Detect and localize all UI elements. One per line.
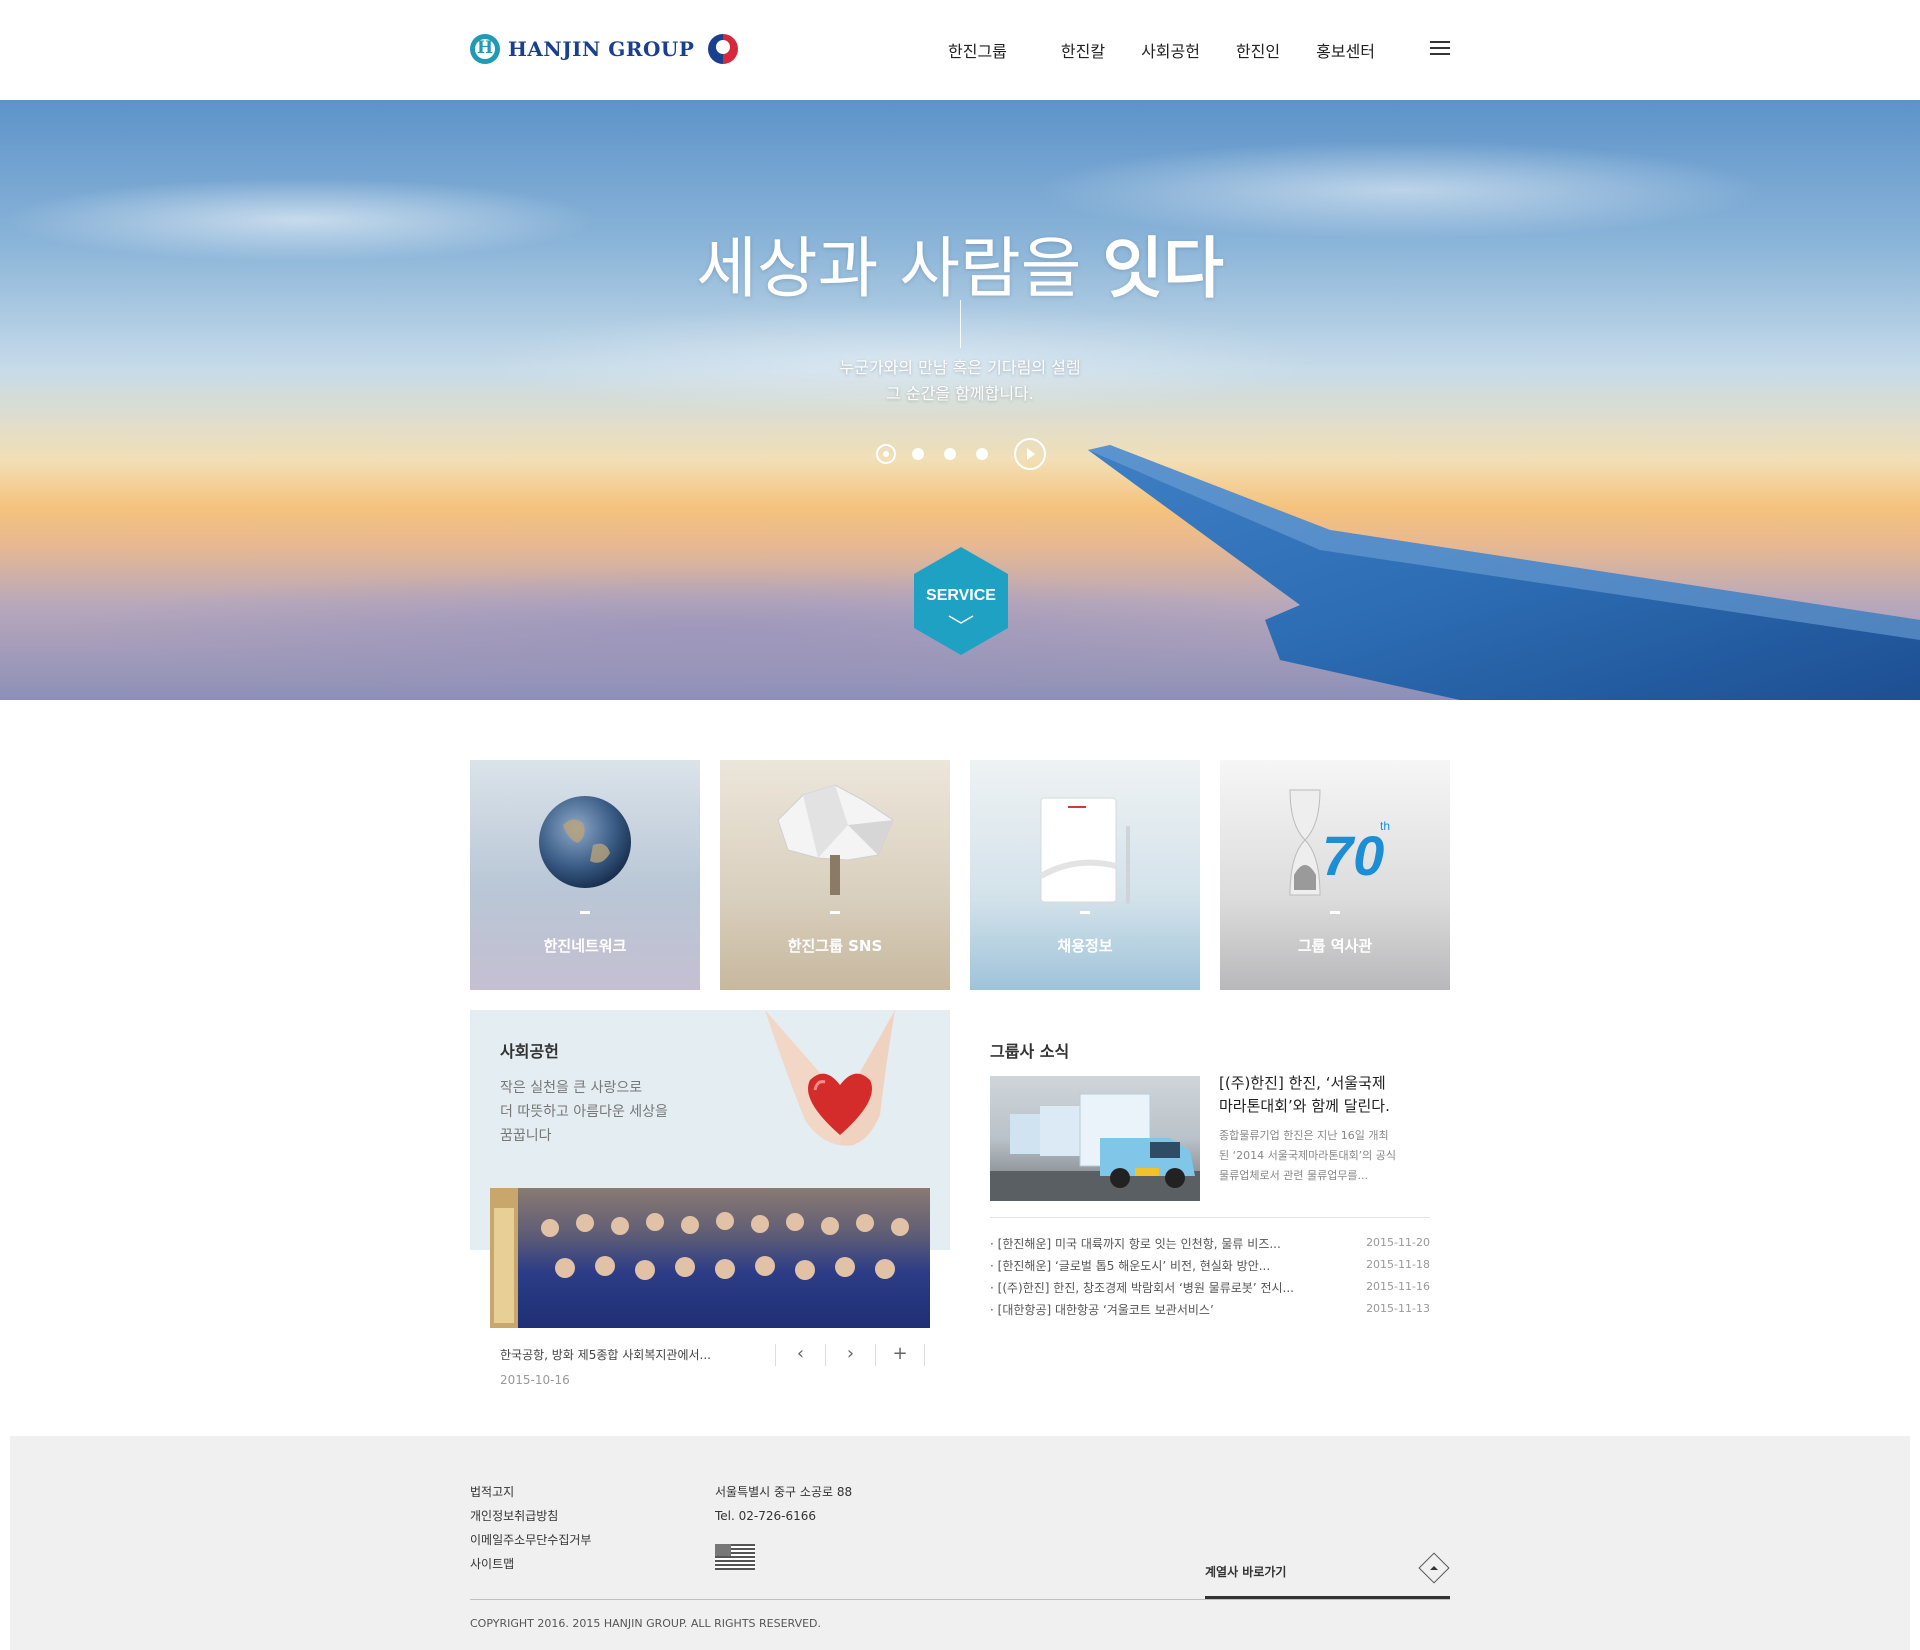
family-sites-select[interactable]: 계열사 바로가기	[1205, 1552, 1450, 1599]
footer-link-email-policy[interactable]: 이메일주소무단수집거부	[470, 1528, 591, 1552]
service-button[interactable]: SERVICE	[912, 545, 1010, 657]
hands-holding-heart-image	[765, 1010, 895, 1146]
tile-label: 한진네트워크	[543, 937, 627, 955]
tile-hanjin-sns[interactable]: 한진그룹 SNS	[720, 760, 950, 990]
paper-tree-icon	[777, 784, 894, 895]
social-date: 2015-10-16	[500, 1373, 570, 1387]
menu-hamburger-icon[interactable]	[1430, 41, 1450, 55]
news-list-item[interactable]: · [한진해운] ‘글로벌 톱5 해운도시’ 비전, 현실화 방안... 2015…	[990, 1255, 1430, 1277]
hero-title: 세상과 사람을 잇다	[696, 230, 1224, 307]
next-arrow-icon[interactable]: ›	[825, 1344, 875, 1366]
hero-divider	[960, 300, 961, 348]
slide-pager	[876, 438, 1046, 470]
prev-arrow-icon[interactable]: ‹	[775, 1344, 825, 1366]
hero-banner: 세상과 사람을 잇다 누군가와의 만남 혹은 기다림의 설렘 그 순간을 함께합…	[0, 100, 1920, 700]
delivery-truck-image	[990, 1093, 1200, 1201]
tile-hanjin-network[interactable]: 한진네트워크	[470, 760, 700, 990]
family-sites-label: 계열사 바로가기	[1205, 1565, 1287, 1579]
news-headline[interactable]: [(주)한진] 한진, ‘서울국제 마라톤대회’와 함께 달린다.	[1219, 1072, 1419, 1118]
site-header: HANJIN GROUP 한진그룹 한진칼 사회공헌 한진인 홍보센터	[0, 0, 1920, 100]
footer-link-legal[interactable]: 법적고지	[470, 1480, 591, 1504]
taeguk-emblem-icon	[708, 34, 739, 64]
slide-dot-1[interactable]	[876, 444, 896, 464]
social-slider-controls: ‹ › +	[775, 1344, 925, 1366]
svg-text:70: 70	[1322, 824, 1384, 887]
nav-item-hanjin-group[interactable]: 한진그룹	[948, 38, 1007, 62]
divider	[990, 1217, 1430, 1218]
slide-dot-3[interactable]	[944, 448, 956, 460]
tile-accent-bar	[1330, 911, 1340, 914]
footer-link-privacy[interactable]: 개인정보취급방침	[470, 1504, 591, 1528]
hero-subtitle: 누군가와의 만남 혹은 기다림의 설렘 그 순간을 함께합니다.	[839, 358, 1081, 403]
slide-play-icon[interactable]	[1014, 438, 1046, 470]
tile-group-history[interactable]: 70 th 그룹 역사관	[1220, 760, 1450, 990]
section-title: 사회공헌	[500, 1042, 559, 1061]
tile-label: 한진그룹 SNS	[787, 937, 883, 955]
notebook-pen-icon	[1039, 797, 1130, 904]
news-list: · [한진해운] 미국 대륙까지 항로 잇는 인천항, 물류 비즈... 2015…	[990, 1233, 1430, 1321]
tile-label: 채용정보	[1057, 937, 1113, 955]
slide-dot-4[interactable]	[976, 448, 988, 460]
site-footer	[10, 1436, 1910, 1650]
hanjin-h-emblem-icon	[470, 34, 500, 64]
hanjin-logo[interactable]: HANJIN GROUP	[470, 32, 739, 66]
group-photo-figures	[490, 1188, 909, 1328]
chevron-down-icon	[948, 615, 974, 624]
footer-address: 서울특별시 중구 소공로 88 Tel. 02-726-6166	[715, 1480, 852, 1528]
news-list-item[interactable]: · [대한항공] 대한항공 ‘겨울코트 보관서비스’ 2015-11-13	[990, 1299, 1430, 1321]
tile-accent-bar	[1080, 911, 1090, 914]
service-label: SERVICE	[926, 587, 996, 604]
globe-icon	[539, 796, 631, 888]
tile-accent-bar	[830, 911, 840, 914]
logo-text: HANJIN GROUP	[508, 37, 695, 61]
volunteer-group-photo[interactable]	[490, 1188, 930, 1328]
news-list-item[interactable]: · [한진해운] 미국 대륙까지 항로 잇는 인천항, 물류 비즈... 2015…	[990, 1233, 1430, 1255]
news-list-item[interactable]: · [(주)한진] 한진, 창조경제 박람회서 ‘병원 물류로봇’ 전시... 2…	[990, 1277, 1430, 1299]
nav-item-pr-center[interactable]: 홍보센터	[1316, 38, 1375, 62]
section-title: 그룹사 소식	[990, 1042, 1070, 1061]
tile-accent-bar	[580, 911, 590, 914]
address-text: 서울특별시 중구 소공로 88	[715, 1485, 853, 1499]
hourglass-70th-icon: 70 th	[1289, 789, 1390, 896]
svg-text:th: th	[1380, 819, 1390, 833]
tile-label: 그룹 역사관	[1297, 937, 1373, 955]
nav-item-social-contribution[interactable]: 사회공헌	[1141, 38, 1200, 62]
copyright-text: COPYRIGHT 2016. 2015 HANJIN GROUP. ALL R…	[470, 1617, 822, 1630]
footer-link-sitemap[interactable]: 사이트맵	[470, 1552, 591, 1576]
slide-dot-2[interactable]	[912, 448, 924, 460]
plus-more-icon[interactable]: +	[875, 1344, 925, 1366]
nav-item-hanjin-people[interactable]: 한진인	[1236, 38, 1280, 62]
main-nav: 한진그룹 한진칼 사회공헌 한진인 홍보센터	[948, 38, 1411, 62]
social-description: 작은 실천을 큰 사랑으로 더 따뜻하고 아름다운 세상을 꿈꿉니다	[500, 1080, 668, 1144]
caret-up-icon	[1418, 1552, 1450, 1584]
footer-links: 법적고지 개인정보취급방침 이메일주소무단수집거부 사이트맵	[470, 1480, 591, 1576]
tel-text: Tel. 02-726-6166	[715, 1509, 817, 1523]
tile-recruitment[interactable]: 채용정보	[970, 760, 1200, 990]
news-thumbnail[interactable]	[990, 1076, 1200, 1201]
us-flag-icon[interactable]	[715, 1544, 755, 1570]
footer-divider	[470, 1599, 1450, 1600]
news-summary: 종합물류기업 한진은 지난 16일 개최 된 ‘2014 서울국제마라톤대회’의…	[1219, 1129, 1397, 1182]
nav-item-hanjin-kal[interactable]: 한진칼	[1061, 38, 1105, 62]
social-caption[interactable]: 한국공항, 방화 제5종합 사회복지관에서...	[500, 1346, 711, 1363]
